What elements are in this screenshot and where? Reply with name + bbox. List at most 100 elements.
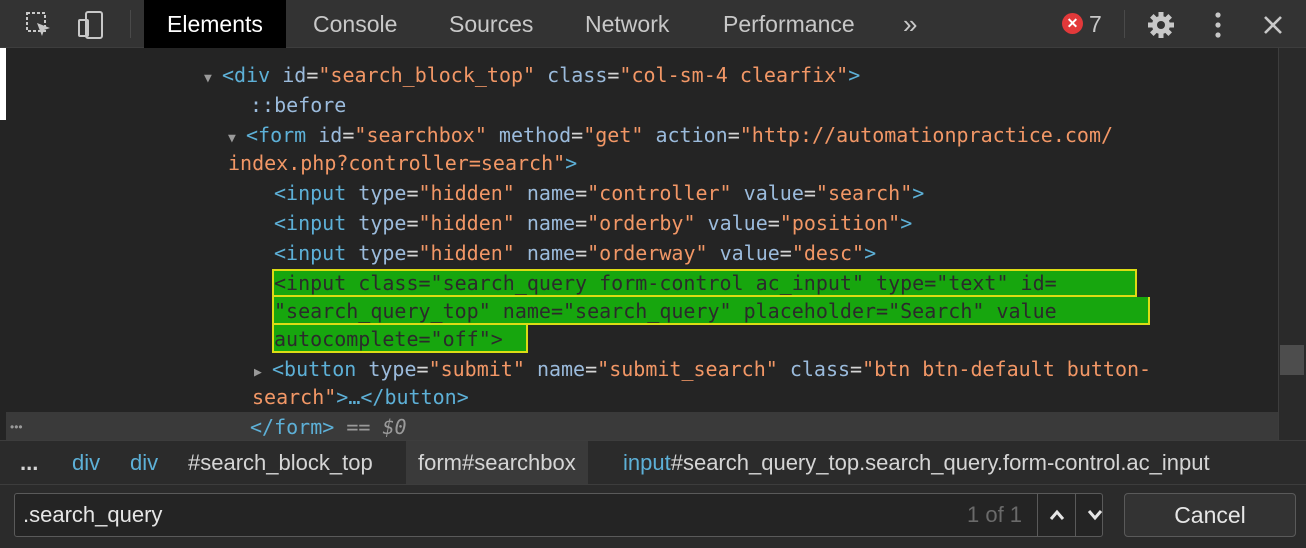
attr-name: class xyxy=(789,357,851,381)
dom-node-input-search-query-line3[interactable]: autocomplete="off"> xyxy=(274,324,503,354)
attr-name: id xyxy=(282,63,307,87)
tag-close: > xyxy=(848,63,861,87)
dom-tree[interactable]: ▼ <div id="search_block_top" class="col-s… xyxy=(6,48,1278,440)
tag-name: <input xyxy=(274,211,347,235)
attr-value: index.php?controller=search" xyxy=(228,151,566,175)
close-icon[interactable] xyxy=(1258,10,1288,40)
attr-value: "searchbox" xyxy=(354,123,487,147)
console-ref: $0 xyxy=(382,415,407,439)
attr-value: "orderby" xyxy=(587,211,696,235)
scrollbar-thumb[interactable] xyxy=(1280,345,1304,375)
selected-node-row xyxy=(6,412,1278,440)
tab-console[interactable]: Console xyxy=(290,0,420,48)
dom-node-input-search-query-line1[interactable]: <input class="search_query form-control … xyxy=(274,268,1057,298)
dom-node-pseudo-before[interactable]: ::before xyxy=(250,90,346,120)
tag-name: <button xyxy=(272,357,357,381)
chevron-up-icon xyxy=(1049,509,1065,520)
previous-match-button[interactable] xyxy=(1037,494,1076,536)
attr-name: method xyxy=(498,123,572,147)
equals-marker: == xyxy=(334,415,383,439)
dom-node-form-close[interactable]: </form> == $0 xyxy=(250,412,407,440)
match-count: 1 of 1 xyxy=(967,502,1023,527)
dom-node-input-search-query-line2[interactable]: "search_query_top" name="search_query" p… xyxy=(274,296,1057,326)
error-icon[interactable]: ✕ xyxy=(1062,13,1083,34)
attr-name: value xyxy=(719,241,780,265)
devtools-toolbar: Elements Console Sources Network Perform… xyxy=(0,0,1306,48)
row-actions-dots[interactable]: ••• xyxy=(10,412,23,440)
attr-name: name xyxy=(526,241,576,265)
tag-close: > xyxy=(912,181,925,205)
cancel-button[interactable]: Cancel xyxy=(1124,493,1296,537)
attr-value: "submit" xyxy=(428,357,525,381)
dom-node-input-orderway[interactable]: <input type="hidden" name="orderway" val… xyxy=(274,238,876,268)
attr-name: name xyxy=(536,357,586,381)
search-query-value[interactable]: .search_query xyxy=(23,494,162,536)
attr-value: "controller" xyxy=(587,181,732,205)
breadcrumb-item-search-block-top[interactable]: #search_block_top xyxy=(176,441,385,485)
tag-close: > xyxy=(565,151,578,175)
breadcrumb-tag: div xyxy=(72,450,101,475)
tag-name: <input xyxy=(274,241,347,265)
tab-network[interactable]: Network xyxy=(562,0,692,48)
next-match-button[interactable] xyxy=(1075,494,1114,536)
breadcrumb: ... div div #search_block_top form#searc… xyxy=(0,440,1306,485)
breadcrumb-item-form-searchbox[interactable]: form#searchbox xyxy=(406,441,588,485)
dom-node-button-submit[interactable]: ▶ <button type="submit" name="submit_sear… xyxy=(254,354,1151,384)
tag-name: <div xyxy=(222,63,271,87)
find-bar: .search_query 1 of 1 Cancel xyxy=(0,484,1306,548)
breadcrumb-id: #search_query_top.search_query.form-cont… xyxy=(670,450,1210,475)
dom-node-form-continued[interactable]: index.php?controller=search"> xyxy=(228,148,577,178)
breadcrumb-tag: div xyxy=(130,450,159,475)
dom-tree-scrollbar[interactable] xyxy=(1278,48,1306,440)
gear-icon[interactable] xyxy=(1146,10,1176,40)
dom-node-button-continued[interactable]: search">…</button> xyxy=(252,382,469,412)
toolbar-separator xyxy=(1124,10,1125,38)
attr-name: value xyxy=(707,211,768,235)
breadcrumb-ellipsis[interactable]: ... xyxy=(8,441,50,485)
breadcrumb-item-div[interactable]: div xyxy=(60,441,112,485)
kebab-menu-icon[interactable] xyxy=(1203,10,1233,40)
breadcrumb-id: form#searchbox xyxy=(418,450,576,475)
attr-value: "col-sm-4 clearfix" xyxy=(619,63,849,87)
attr-name: name xyxy=(526,181,576,205)
toolbar-separator xyxy=(130,10,131,38)
tag-name: <form xyxy=(246,123,307,147)
chevron-down-icon xyxy=(1087,510,1103,521)
attr-value: "search_block_top" xyxy=(318,63,536,87)
tab-sources[interactable]: Sources xyxy=(426,0,556,48)
more-tabs-button[interactable]: » xyxy=(880,0,940,48)
attr-name: name xyxy=(526,211,576,235)
breadcrumb-item-input[interactable]: input#search_query_top.search_query.form… xyxy=(611,441,1222,485)
expanded-triangle-icon[interactable]: ▼ xyxy=(204,64,222,94)
attr-name: value xyxy=(743,181,804,205)
attr-value: "hidden" xyxy=(418,181,515,205)
search-input[interactable]: .search_query 1 of 1 xyxy=(14,493,1103,537)
attr-value: "btn btn-default button- xyxy=(862,357,1152,381)
tag-close: >…</button> xyxy=(336,385,469,409)
dom-node-form-searchbox[interactable]: ▼ <form id="searchbox" method="get" actio… xyxy=(228,120,1113,150)
dom-node-input-orderby[interactable]: <input type="hidden" name="orderby" valu… xyxy=(274,208,912,238)
attr-name: action xyxy=(655,123,728,147)
device-toggle-icon[interactable] xyxy=(76,10,106,40)
error-count[interactable]: 7 xyxy=(1089,0,1102,48)
attr-value: "desc" xyxy=(791,241,865,265)
attr-name: class xyxy=(547,63,608,87)
attr-value: search" xyxy=(252,385,337,409)
dom-node-input-controller[interactable]: <input type="hidden" name="controller" v… xyxy=(274,178,924,208)
attr-value: "get" xyxy=(583,123,644,147)
tag-close: > xyxy=(864,241,877,265)
attr-name: type xyxy=(358,211,407,235)
attr-value: "http://automationpractice.com/ xyxy=(739,123,1114,147)
breadcrumb-item-div[interactable]: div xyxy=(118,441,170,485)
attr-value: "search" xyxy=(815,181,913,205)
tab-elements[interactable]: Elements xyxy=(144,0,286,48)
attr-value: "submit_search" xyxy=(597,357,778,381)
dom-node-div-search-block-top[interactable]: ▼ <div id="search_block_top" class="col-s… xyxy=(204,60,860,90)
tab-performance[interactable]: Performance xyxy=(700,0,878,48)
attr-value: "hidden" xyxy=(418,241,515,265)
tag-name: </form> xyxy=(250,415,335,439)
tag-close: > xyxy=(900,211,913,235)
pseudo-element: ::before xyxy=(250,93,347,117)
inspect-icon[interactable] xyxy=(24,10,54,40)
breadcrumb-id: #search_block_top xyxy=(188,450,373,475)
